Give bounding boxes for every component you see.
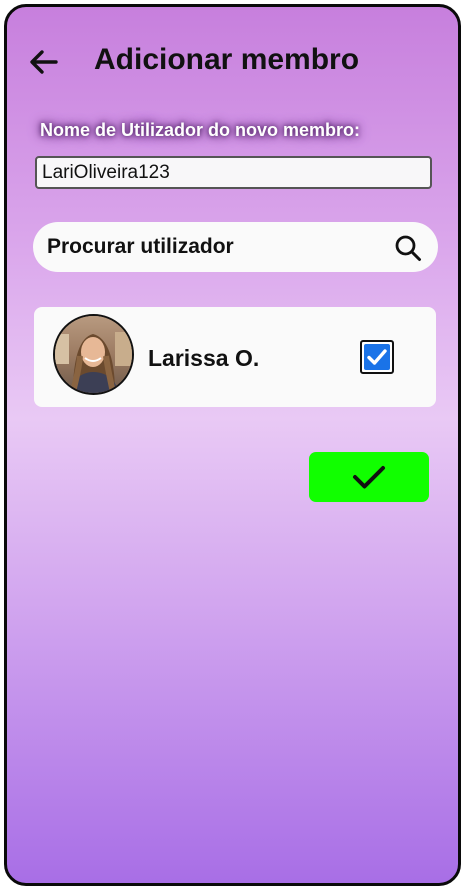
- back-button[interactable]: [27, 45, 61, 79]
- confirm-button[interactable]: [309, 452, 429, 502]
- user-name: Larissa O.: [148, 345, 260, 371]
- username-input[interactable]: [35, 156, 432, 189]
- search-label: Procurar utilizador: [47, 235, 234, 258]
- search-icon[interactable]: [394, 234, 422, 262]
- user-result-card[interactable]: Larissa O.: [34, 307, 436, 407]
- select-user-checkbox[interactable]: [360, 340, 394, 374]
- check-icon: [367, 349, 387, 365]
- arrow-left-icon: [30, 50, 58, 74]
- username-label: Nome de Utilizador do novo membro:: [40, 120, 361, 140]
- header: Adicionar membro: [7, 37, 458, 89]
- avatar: [53, 314, 134, 395]
- checkmark-icon: [353, 466, 385, 489]
- page-title: Adicionar membro: [94, 43, 360, 76]
- checkbox-fill: [364, 344, 390, 370]
- phone-frame: Adicionar membro Nome de Utilizador do n…: [4, 4, 461, 886]
- user-photo-avatar: [55, 316, 132, 393]
- search-bar[interactable]: Procurar utilizador: [33, 222, 438, 272]
